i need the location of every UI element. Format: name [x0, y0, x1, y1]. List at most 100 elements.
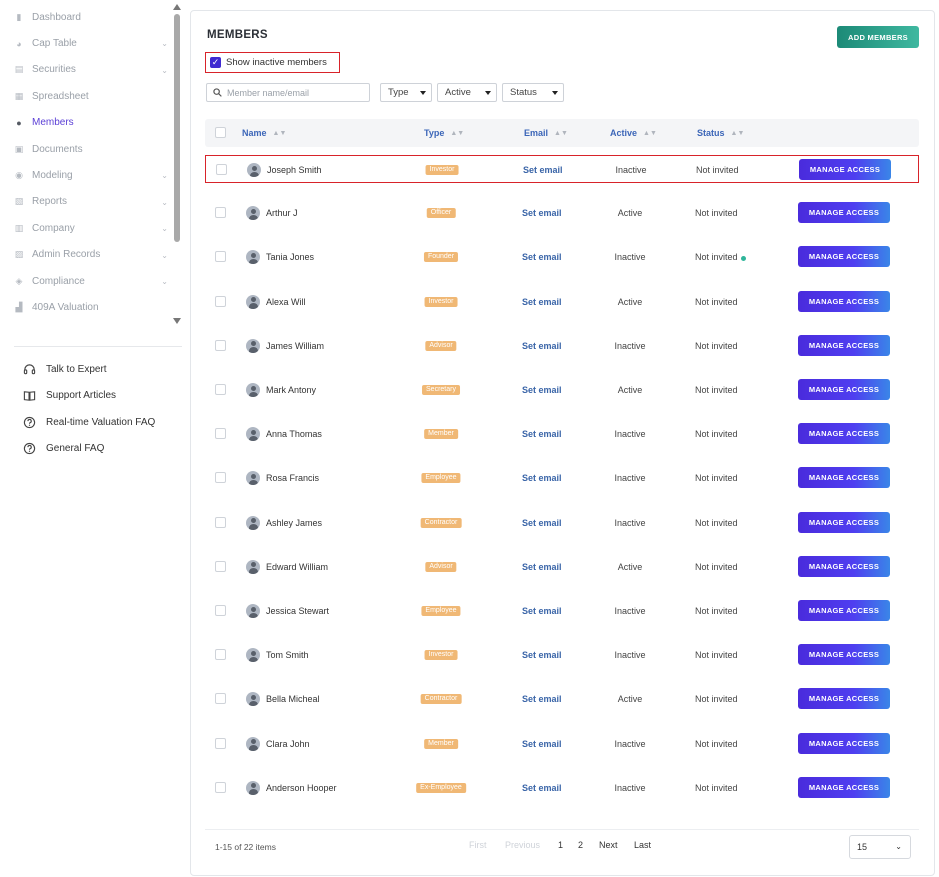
manage-access-button[interactable]: MANAGE ACCESS: [799, 159, 891, 180]
page-2-link[interactable]: 2: [578, 840, 583, 850]
set-email-link[interactable]: Set email: [522, 553, 562, 581]
help-link-real-time-valuation-faq[interactable]: Real-time Valuation FAQ: [22, 409, 155, 436]
row-checkbox[interactable]: [215, 649, 226, 661]
sidebar-item-409a-valuation[interactable]: ▟ 409A Valuation: [0, 294, 172, 320]
sidebar-item-documents[interactable]: ▣ Documents: [0, 136, 172, 162]
row-checkbox[interactable]: [216, 164, 227, 175]
sidebar-item-compliance[interactable]: ◈ Compliance ⌄: [0, 268, 172, 294]
column-header-active[interactable]: Active ▲▼: [610, 119, 657, 147]
member-search[interactable]: [206, 83, 370, 102]
first-page-link[interactable]: First: [469, 840, 487, 850]
scroll-down-arrow-icon[interactable]: [173, 318, 181, 324]
row-checkbox[interactable]: [215, 472, 226, 484]
add-members-button[interactable]: ADD MEMBERS: [837, 26, 919, 48]
column-header-status[interactable]: Status ▲▼: [697, 119, 744, 147]
set-email-link[interactable]: Set email: [522, 199, 562, 227]
chevron-down-icon[interactable]: ⌄: [161, 66, 168, 75]
previous-page-link[interactable]: Previous: [505, 840, 540, 850]
help-link-talk-to-expert[interactable]: Talk to Expert: [22, 356, 155, 383]
column-header-type[interactable]: Type ▲▼: [424, 119, 464, 147]
manage-access-button[interactable]: MANAGE ACCESS: [798, 644, 890, 666]
row-checkbox[interactable]: [215, 605, 226, 616]
column-header-email[interactable]: Email ▲▼: [524, 119, 568, 147]
sidebar-item-reports[interactable]: ▧ Reports ⌄: [0, 189, 172, 215]
footer-divider: [205, 829, 919, 830]
table-row: Anderson Hooper Ex-Employee Set email Inact…: [205, 774, 919, 802]
row-checkbox[interactable]: [215, 737, 226, 749]
manage-access-button[interactable]: MANAGE ACCESS: [798, 423, 890, 445]
chevron-down-icon[interactable]: ⌄: [161, 198, 168, 207]
row-checkbox[interactable]: [215, 693, 226, 705]
sidebar-item-label: Modeling: [32, 170, 73, 182]
manage-access-button[interactable]: MANAGE ACCESS: [798, 511, 890, 533]
sidebar-item-cap-table[interactable]: ◕ Cap Table ⌄: [0, 30, 172, 56]
sidebar-item-admin-records[interactable]: ▨ Admin Records ⌄: [0, 242, 172, 268]
sidebar-item-members[interactable]: ● Members: [0, 110, 172, 136]
show-inactive-checkbox[interactable]: ✓: [210, 57, 221, 68]
chevron-down-icon[interactable]: ⌄: [161, 39, 168, 48]
chevron-down-icon[interactable]: ⌄: [161, 251, 168, 260]
sidebar-item-company[interactable]: ▥ Company ⌄: [0, 215, 172, 241]
search-input[interactable]: [227, 87, 367, 98]
row-checkbox[interactable]: [215, 560, 226, 572]
manage-access-button[interactable]: MANAGE ACCESS: [798, 246, 890, 268]
row-checkbox[interactable]: [215, 251, 226, 263]
scroll-thumb[interactable]: [174, 14, 180, 242]
show-inactive-toggle[interactable]: ✓ Show inactive members: [205, 52, 340, 73]
set-email-link[interactable]: Set email: [522, 509, 562, 537]
chevron-down-icon[interactable]: ⌄: [161, 224, 168, 233]
sidebar-item-dashboard[interactable]: ▮ Dashboard: [0, 4, 172, 30]
set-email-link[interactable]: Set email: [522, 332, 562, 360]
help-link-support-articles[interactable]: Support Articles: [22, 383, 155, 410]
row-checkbox[interactable]: [215, 207, 226, 219]
set-email-link[interactable]: Set email: [522, 376, 562, 404]
set-email-link[interactable]: Set email: [522, 641, 562, 669]
set-email-link[interactable]: Set email: [522, 774, 562, 802]
member-name: Anderson Hooper: [266, 782, 337, 793]
row-checkbox[interactable]: [215, 339, 226, 351]
chevron-down-icon[interactable]: ⌄: [161, 171, 168, 180]
set-email-link[interactable]: Set email: [522, 288, 562, 316]
set-email-link[interactable]: Set email: [522, 420, 562, 448]
manage-access-button[interactable]: MANAGE ACCESS: [798, 600, 890, 621]
last-page-link[interactable]: Last: [634, 840, 651, 850]
column-header-name[interactable]: Name ▲▼: [242, 119, 286, 147]
type-badge: Advisor: [425, 561, 457, 572]
row-checkbox[interactable]: [215, 384, 226, 395]
manage-access-button[interactable]: MANAGE ACCESS: [798, 467, 890, 489]
manage-access-button[interactable]: MANAGE ACCESS: [798, 732, 890, 754]
row-checkbox[interactable]: [215, 781, 226, 793]
manage-access-button[interactable]: MANAGE ACCESS: [798, 379, 890, 400]
set-email-link[interactable]: Set email: [522, 464, 562, 492]
set-email-link[interactable]: Set email: [522, 685, 562, 713]
row-checkbox[interactable]: [215, 295, 226, 307]
page-1-link[interactable]: 1: [558, 840, 563, 850]
active-filter[interactable]: Active: [437, 83, 497, 102]
row-checkbox[interactable]: [215, 428, 226, 440]
next-page-link[interactable]: Next: [599, 840, 618, 850]
scroll-up-arrow-icon[interactable]: [173, 4, 181, 10]
help-link-general-faq[interactable]: General FAQ: [22, 436, 155, 463]
set-email-link[interactable]: Set email: [523, 156, 563, 184]
manage-access-button[interactable]: MANAGE ACCESS: [798, 776, 890, 798]
set-email-link[interactable]: Set email: [522, 597, 562, 625]
page-size-select[interactable]: 15 ⌄: [849, 835, 911, 859]
row-checkbox[interactable]: [215, 516, 226, 528]
manage-access-button[interactable]: MANAGE ACCESS: [798, 334, 890, 356]
set-email-link[interactable]: Set email: [522, 243, 562, 271]
sidebar-item-securities[interactable]: ▤ Securities ⌄: [0, 57, 172, 83]
member-name: Tania Jones: [266, 252, 315, 263]
manage-access-button[interactable]: MANAGE ACCESS: [798, 555, 890, 577]
set-email-link[interactable]: Set email: [522, 730, 562, 758]
manage-access-button[interactable]: MANAGE ACCESS: [798, 688, 890, 710]
manage-access-button[interactable]: MANAGE ACCESS: [798, 202, 890, 224]
manage-access-button[interactable]: MANAGE ACCESS: [798, 290, 890, 312]
sidebar-item-modeling[interactable]: ◉ Modeling ⌄: [0, 162, 172, 188]
select-all-checkbox[interactable]: [215, 127, 226, 138]
type-badge: Founder: [423, 252, 459, 263]
status-filter[interactable]: Status: [502, 83, 564, 102]
sidebar-scrollbar[interactable]: [172, 4, 182, 324]
chevron-down-icon[interactable]: ⌄: [161, 277, 168, 286]
sidebar-item-spreadsheet[interactable]: ▦ Spreadsheet: [0, 83, 172, 109]
type-filter[interactable]: Type: [380, 83, 432, 102]
